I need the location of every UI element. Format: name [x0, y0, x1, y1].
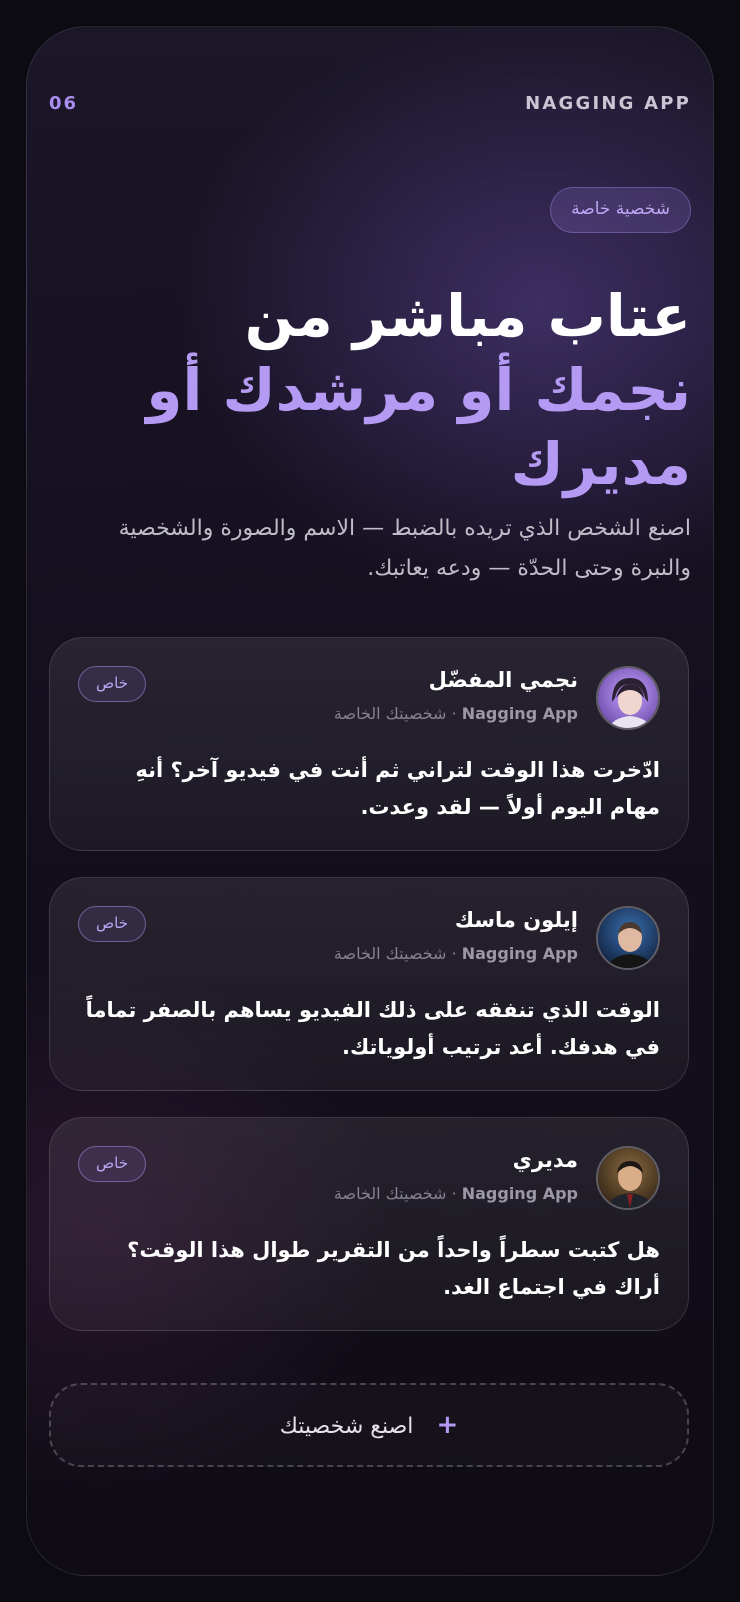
sender-meta: Nagging App · شخصيتك الخاصة [334, 1184, 578, 1203]
notification-card[interactable]: إيلون ماسك Nagging App · شخصيتك الخاصة خ… [49, 877, 689, 1091]
message-text: هل كتبت سطراً واحداً من التقرير طوال هذا… [127, 1238, 660, 1299]
meta-separator: · [451, 1184, 457, 1203]
private-badge: خاص [78, 1146, 146, 1182]
subtitle: اصنع الشخص الذي تريده بالضبط — الاسم وال… [118, 516, 691, 581]
sender-meta: Nagging App · شخصيتك الخاصة [334, 944, 578, 963]
create-persona-button[interactable]: + اصنع شخصيتك [49, 1383, 689, 1467]
app-label: Nagging App [461, 1184, 578, 1203]
message-text: الوقت الذي تنفقه على ذلك الفيديو يساهم ب… [85, 998, 660, 1059]
headline: عتاب مباشر من نجمك أو مرشدك أو مديرك [71, 279, 691, 501]
notification-card[interactable]: نجمي المفضّل Nagging App · شخصيتك الخاصة… [49, 637, 689, 851]
headline-accent: نجمك أو مرشدك أو مديرك [146, 356, 691, 498]
meta-separator: · [451, 704, 457, 723]
persona-label: شخصيتك الخاصة [333, 944, 447, 963]
private-badge: خاص [78, 906, 146, 942]
private-badge: خاص [78, 666, 146, 702]
message-text: ادّخرت هذا الوقت لتراني ثم أنت في فيديو … [135, 758, 660, 819]
sender-name: نجمي المفضّل [428, 668, 578, 692]
app-name: NAGGING APP [525, 93, 691, 114]
star-avatar-icon [596, 666, 660, 730]
app-label: Nagging App [461, 704, 578, 723]
create-persona-label: اصنع شخصيتك [279, 1414, 414, 1439]
category-tag: شخصية خاصة [550, 187, 691, 233]
phone-frame: 06 NAGGING APP شخصية خاصة عتاب مباشر من … [26, 26, 714, 1576]
page-number: 06 [49, 93, 79, 114]
meta-separator: · [451, 944, 457, 963]
headline-primary: عتاب مباشر من [244, 282, 691, 350]
app-label: Nagging App [461, 944, 578, 963]
sender-name: مديري [512, 1148, 578, 1172]
notification-card[interactable]: مديري Nagging App · شخصيتك الخاصة خاص هل… [49, 1117, 689, 1331]
mentor-avatar-icon [596, 906, 660, 970]
sender-meta: Nagging App · شخصيتك الخاصة [334, 704, 578, 723]
plus-icon: + [436, 1410, 459, 1440]
persona-label: شخصيتك الخاصة [333, 1184, 447, 1203]
boss-avatar-icon [596, 1146, 660, 1210]
persona-label: شخصيتك الخاصة [333, 704, 447, 723]
sender-name: إيلون ماسك [454, 908, 578, 932]
